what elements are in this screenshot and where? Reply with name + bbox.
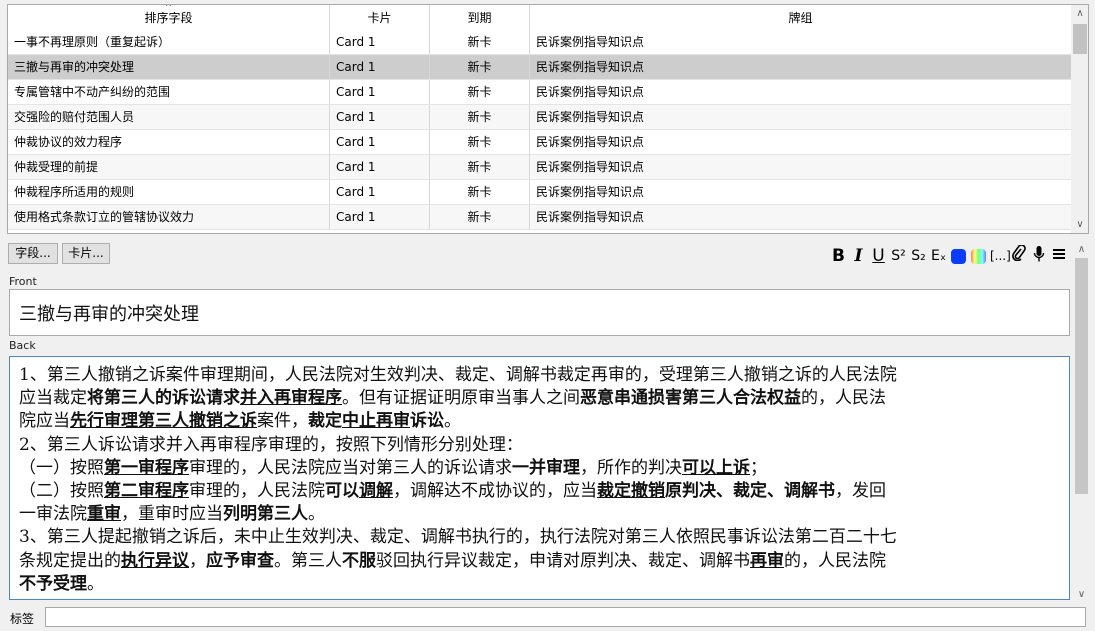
- cell-deck: 民诉案例指导知识点: [536, 60, 645, 74]
- cell-due: 新卡: [430, 180, 530, 204]
- column-header-card[interactable]: 卡片: [330, 5, 430, 31]
- cell-sort-field: 仲裁受理的前提: [8, 155, 330, 179]
- table-row[interactable]: 三撤与再审的冲突处理 Card 1 新卡 民诉案例指导知识点: [8, 55, 1071, 80]
- back-field-label: Back: [9, 339, 36, 352]
- table-body: 一事不再理原则（重复起诉） Card 1 新卡 民诉案例指导知识点 三撤与再审的冲突处理…: [8, 30, 1071, 230]
- back-line: 院应当先行审理第三人撤销之诉案件，裁定中止再审诉讼。: [19, 411, 461, 432]
- editor-vertical-scrollbar[interactable]: ∧ ∨: [1073, 241, 1090, 603]
- subscript-icon[interactable]: S₂: [910, 245, 927, 267]
- highlight-color-icon[interactable]: [970, 245, 987, 267]
- back-line: 条规定提出的执行异议，应予审查。第三人不服驳回执行异议裁定，申请对原判决、裁定、…: [19, 550, 886, 571]
- cell-sort-field: 仲裁协议的效力程序: [8, 130, 330, 154]
- superscript-icon[interactable]: S²: [890, 245, 907, 267]
- cell-card: Card 1: [330, 80, 430, 104]
- highlight-swatch: [971, 248, 986, 264]
- text-color-icon[interactable]: [950, 245, 967, 267]
- cell-due: 新卡: [430, 205, 530, 229]
- cell-due: 新卡: [430, 130, 530, 154]
- cell-card: Card 1: [330, 155, 430, 179]
- cell-card: Card 1: [330, 55, 430, 79]
- scroll-up-icon[interactable]: ∧: [1073, 241, 1090, 258]
- back-line: 3、第三人提起撤销之诉后，未中止生效判决、裁定、调解书执行的，执行法院对第三人依…: [19, 527, 897, 548]
- table-row[interactable]: 专属管辖中不动产纠纷的范围 Card 1 新卡 民诉案例指导知识点: [8, 80, 1071, 105]
- tags-input[interactable]: [45, 607, 1086, 627]
- back-line: （一）按照第一审程序审理的，人民法院应当对第三人的诉讼请求一并审理，所作的判决可…: [19, 457, 767, 478]
- cell-sort-field: 专属管辖中不动产纠纷的范围: [8, 80, 330, 104]
- table-row[interactable]: 使用格式条款订立的管辖协议效力 Card 1 新卡 民诉案例指导知识点: [8, 205, 1071, 230]
- back-line: 1、第三人撤销之诉案件审理期间，人民法院对生效判决、裁定、调解书裁定再审的，受理…: [19, 365, 897, 385]
- cell-card: Card 1: [330, 30, 430, 54]
- scroll-down-icon[interactable]: ∨: [1073, 586, 1090, 603]
- sort-ascending-icon: ^: [164, 4, 173, 13]
- back-line: 不予受理。: [19, 573, 104, 594]
- table-row[interactable]: 一事不再理原则（重复起诉） Card 1 新卡 民诉案例指导知识点: [8, 30, 1071, 55]
- cell-deck: 民诉案例指导知识点: [536, 35, 645, 49]
- scrollbar-thumb[interactable]: [1075, 258, 1088, 494]
- bold-icon[interactable]: B: [830, 245, 847, 267]
- cell-sort-field: 三撤与再审的冲突处理: [8, 55, 330, 79]
- cell-deck: 民诉案例指导知识点: [536, 85, 645, 99]
- cell-due: 新卡: [430, 55, 530, 79]
- text-color-swatch: [951, 248, 966, 264]
- cell-deck: 民诉案例指导知识点: [536, 135, 645, 149]
- table-header: ^ 排序字段 卡片 到期 牌组: [8, 5, 1071, 32]
- table-vertical-scrollbar[interactable]: ∧ ∨: [1071, 5, 1088, 233]
- scroll-up-icon[interactable]: ∧: [1071, 5, 1088, 22]
- editor-toolbar: B I U S² S₂ Eₓ [...]: [830, 244, 1067, 268]
- column-header-label: 到期: [467, 11, 492, 25]
- cell-sort-field: 仲裁程序所适用的规则: [8, 180, 330, 204]
- italic-icon[interactable]: I: [850, 245, 867, 267]
- tags-label: 标签: [10, 612, 35, 626]
- cell-deck: 民诉案例指导知识点: [536, 160, 645, 174]
- column-header-label: 卡片: [367, 11, 392, 25]
- cell-card: Card 1: [330, 180, 430, 204]
- cell-due: 新卡: [430, 155, 530, 179]
- cell-due: 新卡: [430, 30, 530, 54]
- cell-due: 新卡: [430, 105, 530, 129]
- column-header-due[interactable]: 到期: [430, 5, 530, 31]
- table-row[interactable]: 仲裁受理的前提 Card 1 新卡 民诉案例指导知识点: [8, 155, 1071, 180]
- cell-sort-field: 使用格式条款订立的管辖协议效力: [8, 205, 330, 229]
- cards-button[interactable]: 卡片...: [62, 243, 110, 264]
- cell-sort-field: 交强险的赔付范围人员: [8, 105, 330, 129]
- microphone-icon[interactable]: [1030, 245, 1047, 267]
- fields-button[interactable]: 字段...: [8, 243, 58, 264]
- clear-format-icon[interactable]: Eₓ: [930, 245, 947, 267]
- table-row[interactable]: 交强险的赔付范围人员 Card 1 新卡 民诉案例指导知识点: [8, 105, 1071, 130]
- cell-deck: 民诉案例指导知识点: [536, 110, 645, 124]
- front-field[interactable]: 三撤与再审的冲突处理: [9, 289, 1070, 336]
- attachment-icon[interactable]: [1010, 244, 1027, 267]
- menu-icon[interactable]: [1050, 245, 1067, 267]
- back-line: （二）按照第二审程序审理的，人民法院可以调解，调解达不成协议的，应当裁定撤销原判…: [19, 481, 886, 502]
- cell-card: Card 1: [330, 205, 430, 229]
- column-header-sort-field[interactable]: ^ 排序字段: [8, 5, 330, 31]
- scroll-down-icon[interactable]: ∨: [1071, 216, 1088, 233]
- column-header-deck[interactable]: 牌组: [530, 5, 1071, 31]
- table-row[interactable]: 仲裁程序所适用的规则 Card 1 新卡 民诉案例指导知识点: [8, 180, 1071, 205]
- cell-sort-field: 一事不再理原则（重复起诉）: [8, 30, 330, 54]
- cell-card: Card 1: [330, 105, 430, 129]
- table-row[interactable]: 仲裁协议的效力程序 Card 1 新卡 民诉案例指导知识点: [8, 130, 1071, 155]
- underline-icon[interactable]: U: [870, 245, 887, 267]
- column-header-label: 排序字段: [144, 11, 193, 25]
- cloze-icon[interactable]: [...]: [990, 245, 1011, 267]
- cell-due: 新卡: [430, 80, 530, 104]
- back-line: 2、第三人诉讼请求并入再审程序审理的，按照下列情形分别处理：: [19, 434, 523, 455]
- cell-card: Card 1: [330, 130, 430, 154]
- cell-deck: 民诉案例指导知识点: [536, 210, 645, 224]
- back-field[interactable]: 1、第三人撤销之诉案件审理期间，人民法院对生效判决、裁定、调解书裁定再审的，受理…: [9, 356, 1070, 600]
- front-field-label: Front: [9, 275, 37, 288]
- column-header-label: 牌组: [788, 11, 813, 25]
- cell-deck: 民诉案例指导知识点: [536, 185, 645, 199]
- card-list-table[interactable]: ^ 排序字段 卡片 到期 牌组 一事不再理原则（重复起诉） Card 1 新卡 民诉案…: [7, 4, 1089, 234]
- back-line: 应当裁定将第三人的诉讼请求并入再审程序。但有证据证明原审当事人之间恶意串通损害第…: [19, 388, 886, 409]
- scrollbar-thumb[interactable]: [1073, 24, 1087, 54]
- back-line: 一审法院重审，重审时应当列明第三人。: [19, 504, 325, 525]
